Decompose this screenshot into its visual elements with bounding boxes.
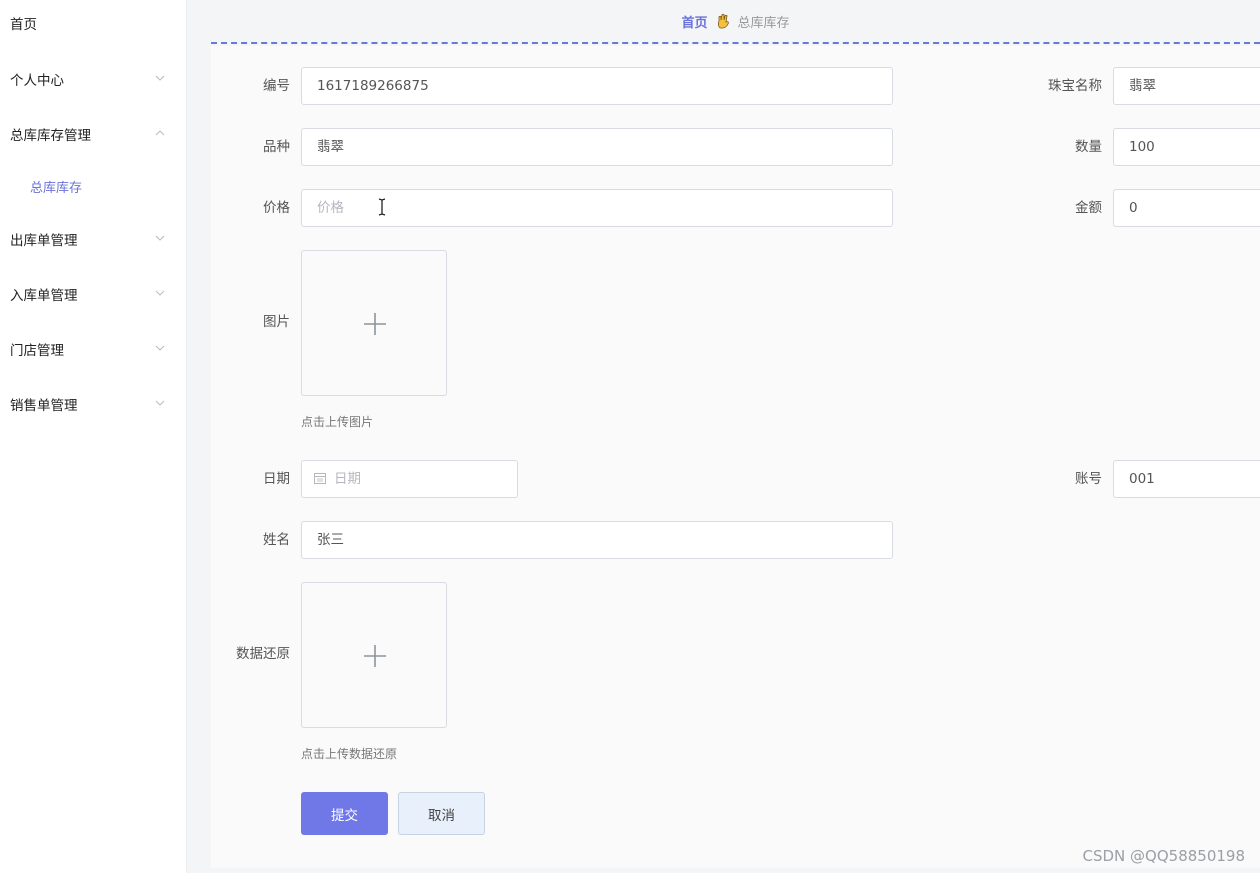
chevron-down-icon: [155, 400, 165, 406]
xingming-input[interactable]: 张三: [301, 521, 893, 559]
sidebar-item-home[interactable]: 首页: [0, 3, 187, 43]
sidebar-item-outbound[interactable]: 出库单管理: [0, 219, 187, 259]
watermark: CSDN @QQ58850198: [1082, 847, 1246, 865]
chevron-down-icon: [155, 235, 165, 241]
jiage-label: 价格: [263, 200, 290, 216]
restore-label: 数据还原: [236, 646, 290, 662]
pinzhong-label: 品种: [263, 139, 290, 155]
restore-upload[interactable]: [301, 582, 447, 728]
sidebar: 首页 个人中心 总库库存管理 总库库存 出库单管理 入库单管理 门店管理 销售单…: [0, 0, 187, 873]
date-placeholder: 日期: [334, 471, 361, 487]
sidebar-subitem-label: 总库库存: [30, 180, 83, 196]
sidebar-item-stores[interactable]: 门店管理: [0, 329, 187, 369]
jine-label: 金额: [1075, 200, 1102, 216]
chevron-up-icon: [155, 130, 165, 136]
breadcrumb: 首页 总库库存: [211, 0, 1260, 44]
calendar-icon: [314, 473, 326, 484]
hand-icon: [717, 13, 729, 29]
shuliang-input[interactable]: 100: [1113, 128, 1260, 166]
main-content: 首页 总库库存 编号 1617189266875 珠宝名称 翡翠 品种 翡翠 数…: [187, 0, 1260, 873]
sidebar-item-label: 销售单管理: [10, 398, 78, 414]
sidebar-item-label: 首页: [10, 17, 37, 33]
image-upload[interactable]: [301, 250, 447, 396]
zhanghao-label: 账号: [1075, 471, 1102, 487]
plus-icon: [364, 645, 386, 667]
sidebar-item-sales[interactable]: 销售单管理: [0, 384, 187, 424]
sidebar-subitem-inventory[interactable]: 总库库存: [0, 168, 187, 204]
restore-upload-hint: 点击上传数据还原: [301, 747, 398, 761]
plus-icon: [364, 313, 386, 335]
sidebar-item-inventory-management[interactable]: 总库库存管理: [0, 114, 187, 154]
breadcrumb-current: 总库库存: [737, 15, 790, 31]
text-cursor-icon: [378, 198, 386, 216]
chevron-down-icon: [155, 290, 165, 296]
name-input[interactable]: 翡翠: [1113, 67, 1260, 105]
breadcrumb-home[interactable]: 首页: [681, 12, 707, 31]
submit-button[interactable]: 提交: [301, 792, 388, 835]
shuliang-label: 数量: [1075, 139, 1102, 155]
zhanghao-input[interactable]: 001: [1113, 460, 1260, 498]
sidebar-item-label: 入库单管理: [10, 288, 78, 304]
pinzhong-input[interactable]: 翡翠: [301, 128, 893, 166]
chevron-down-icon: [155, 75, 165, 81]
name-label: 珠宝名称: [1048, 78, 1102, 94]
tupian-label: 图片: [263, 314, 290, 330]
cancel-button[interactable]: 取消: [398, 792, 485, 835]
sidebar-item-label: 门店管理: [10, 343, 64, 359]
jine-input[interactable]: 0: [1113, 189, 1260, 227]
jiage-input[interactable]: 价格: [301, 189, 893, 227]
bianhao-label: 编号: [263, 78, 290, 94]
chevron-down-icon: [155, 345, 165, 351]
bianhao-input[interactable]: 1617189266875: [301, 67, 893, 105]
sidebar-item-personal-center[interactable]: 个人中心: [0, 59, 187, 99]
sidebar-item-label: 总库库存管理: [10, 128, 91, 144]
riqi-label: 日期: [263, 471, 290, 487]
sidebar-item-label: 出库单管理: [10, 233, 78, 249]
xingming-label: 姓名: [263, 532, 290, 548]
sidebar-item-label: 个人中心: [10, 73, 64, 89]
image-upload-hint: 点击上传图片: [301, 415, 374, 429]
date-picker[interactable]: 日期: [301, 460, 518, 498]
sidebar-item-inbound[interactable]: 入库单管理: [0, 274, 187, 314]
